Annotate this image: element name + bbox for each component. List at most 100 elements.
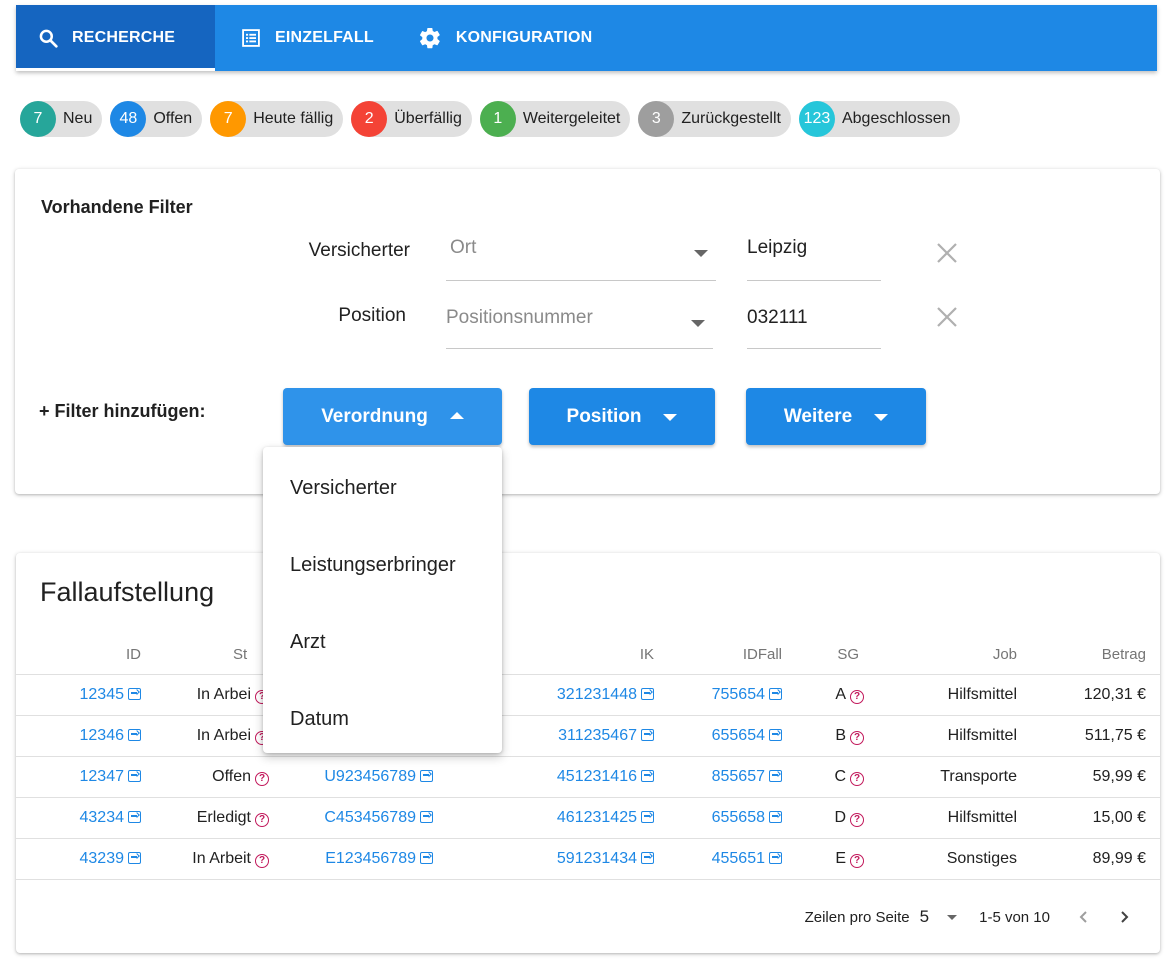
open-external-icon[interactable] xyxy=(641,851,654,864)
help-icon[interactable]: ? xyxy=(850,689,864,704)
help-icon[interactable]: ? xyxy=(255,853,269,868)
cell-job: Transporte xyxy=(881,755,1027,797)
cases-table-card: Fallaufstellung ID St IK IDFall SG Job B… xyxy=(16,553,1160,953)
col-header-job[interactable]: Job xyxy=(881,636,1027,674)
open-external-icon[interactable] xyxy=(420,769,433,782)
cell-ik: 311235467 xyxy=(483,714,654,756)
ik-link[interactable]: 451231416 xyxy=(557,768,637,785)
open-external-icon[interactable] xyxy=(641,769,654,782)
vnr-link[interactable]: U923456789 xyxy=(324,768,416,785)
case-id-link[interactable]: 12346 xyxy=(80,727,125,744)
idfall-link[interactable]: 655658 xyxy=(712,809,765,826)
filter-value-input[interactable]: Leipzig xyxy=(747,237,881,281)
cell-id: 12347 xyxy=(16,755,141,797)
tab-konfiguration[interactable]: KONFIGURATION xyxy=(396,5,615,71)
chevron-down-icon xyxy=(874,414,889,421)
table-row[interactable]: 12345 In Arbei? 321231448 755654 A? Hilfsmitt… xyxy=(16,673,1160,715)
amount-text: 120,31 € xyxy=(1083,685,1146,703)
open-external-icon[interactable] xyxy=(128,769,141,782)
chip-neu[interactable]: 7 Neu xyxy=(20,101,103,137)
col-header-status[interactable]: St xyxy=(141,636,269,674)
chip-heute-faellig[interactable]: 7 Heute fällig xyxy=(210,101,344,137)
verordnung-button[interactable]: Verordnung xyxy=(283,388,502,445)
help-icon[interactable]: ? xyxy=(255,812,269,827)
open-external-icon[interactable] xyxy=(769,851,782,864)
open-external-icon[interactable] xyxy=(128,728,141,741)
menu-item-leistungserbringer[interactable]: Leistungserbringer xyxy=(263,534,502,611)
chip-label: Überfällig xyxy=(394,110,462,127)
prev-page-button[interactable] xyxy=(1064,899,1104,935)
col-header-ik[interactable]: IK xyxy=(483,636,654,674)
open-external-icon[interactable] xyxy=(769,810,782,823)
menu-item-versicherter[interactable]: Versicherter xyxy=(263,457,502,534)
help-icon[interactable]: ? xyxy=(850,771,864,786)
case-id-link[interactable]: 43234 xyxy=(80,809,125,826)
help-icon[interactable]: ? xyxy=(850,730,864,745)
weitere-button[interactable]: Weitere xyxy=(746,388,926,445)
ik-link[interactable]: 311235467 xyxy=(558,727,637,744)
close-icon[interactable] xyxy=(935,305,959,329)
idfall-link[interactable]: 455651 xyxy=(712,850,765,867)
open-external-icon[interactable] xyxy=(769,769,782,782)
filter-value: 032111 xyxy=(747,307,808,328)
ik-link[interactable]: 461231425 xyxy=(557,809,637,826)
rows-per-page-select[interactable]: 5 xyxy=(920,907,958,927)
col-header-id[interactable]: ID xyxy=(16,636,141,674)
job-text: Hilfsmittel xyxy=(947,808,1017,826)
chip-label: Weitergeleitet xyxy=(522,110,621,127)
idfall-link[interactable]: 855657 xyxy=(712,768,765,785)
chip-abgeschlossen[interactable]: 123 Abgeschlossen xyxy=(798,101,961,137)
idfall-link[interactable]: 755654 xyxy=(712,686,765,703)
open-external-icon[interactable] xyxy=(641,810,654,823)
menu-item-arzt[interactable]: Arzt xyxy=(263,611,502,688)
chip-count: 1 xyxy=(479,101,516,137)
ik-link[interactable]: 321231448 xyxy=(557,686,637,703)
chip-ueberfaellig[interactable]: 2 Überfällig xyxy=(351,101,472,137)
open-external-icon[interactable] xyxy=(641,728,654,741)
cell-job: Hilfsmittel xyxy=(881,673,1027,715)
filter-value-input[interactable]: 032111 xyxy=(747,305,881,349)
tab-einzelfall[interactable]: EINZELFALL xyxy=(215,5,396,71)
vnr-link[interactable]: C453456789 xyxy=(324,809,416,826)
chip-offen[interactable]: 48 Offen xyxy=(110,101,203,137)
chip-weitergeleitet[interactable]: 1 Weitergeleitet xyxy=(479,101,631,137)
open-external-icon[interactable] xyxy=(420,810,433,823)
help-icon[interactable]: ? xyxy=(850,853,864,868)
next-page-button[interactable] xyxy=(1104,899,1144,935)
col-header-betrag[interactable]: Betrag xyxy=(1027,636,1160,674)
cell-status: In Arbei? xyxy=(141,714,269,756)
case-id-link[interactable]: 43239 xyxy=(80,850,125,867)
idfall-link[interactable]: 655654 xyxy=(712,727,765,744)
position-button[interactable]: Position xyxy=(529,388,715,445)
job-text: Hilfsmittel xyxy=(947,685,1017,703)
col-header-idfall[interactable]: IDFall xyxy=(654,636,792,674)
open-external-icon[interactable] xyxy=(128,851,141,864)
open-external-icon[interactable] xyxy=(420,851,433,864)
open-external-icon[interactable] xyxy=(128,810,141,823)
menu-item-datum[interactable]: Datum xyxy=(263,688,502,765)
filter-field-select[interactable]: Positionsnummer xyxy=(446,305,713,349)
vnr-link[interactable]: E123456789 xyxy=(325,850,416,867)
case-id-link[interactable]: 12345 xyxy=(80,686,125,703)
open-external-icon[interactable] xyxy=(128,687,141,700)
open-external-icon[interactable] xyxy=(769,728,782,741)
ik-link[interactable]: 591231434 xyxy=(557,850,637,867)
table-row[interactable]: 43239 In Arbeit? E123456789 591231434 455651… xyxy=(16,837,1160,880)
help-icon[interactable]: ? xyxy=(255,771,269,786)
chip-label: Offen xyxy=(153,110,193,127)
open-external-icon[interactable] xyxy=(769,687,782,700)
filter-field-select[interactable]: Ort xyxy=(446,237,716,281)
col-header-sg[interactable]: SG xyxy=(792,636,881,674)
close-icon[interactable] xyxy=(935,241,959,265)
tab-recherche[interactable]: RECHERCHE xyxy=(16,5,215,71)
cases-table: ID St IK IDFall SG Job Betrag 12345 In Ar… xyxy=(16,636,1160,880)
chip-zurueckgestellt[interactable]: 3 Zurückgestellt xyxy=(638,101,791,137)
table-row[interactable]: 12346 In Arbei? 311235467 655654 B? Hilfsmitt… xyxy=(16,714,1160,756)
sg-text: C xyxy=(834,767,846,785)
status-text: In Arbei xyxy=(196,685,251,703)
table-row[interactable]: 12347 Offen? U923456789 451231416 855657 C? Tr… xyxy=(16,755,1160,797)
help-icon[interactable]: ? xyxy=(850,812,864,827)
case-id-link[interactable]: 12347 xyxy=(80,768,125,785)
table-row[interactable]: 43234 Erledigt? C453456789 461231425 655658 D… xyxy=(16,796,1160,838)
open-external-icon[interactable] xyxy=(641,687,654,700)
